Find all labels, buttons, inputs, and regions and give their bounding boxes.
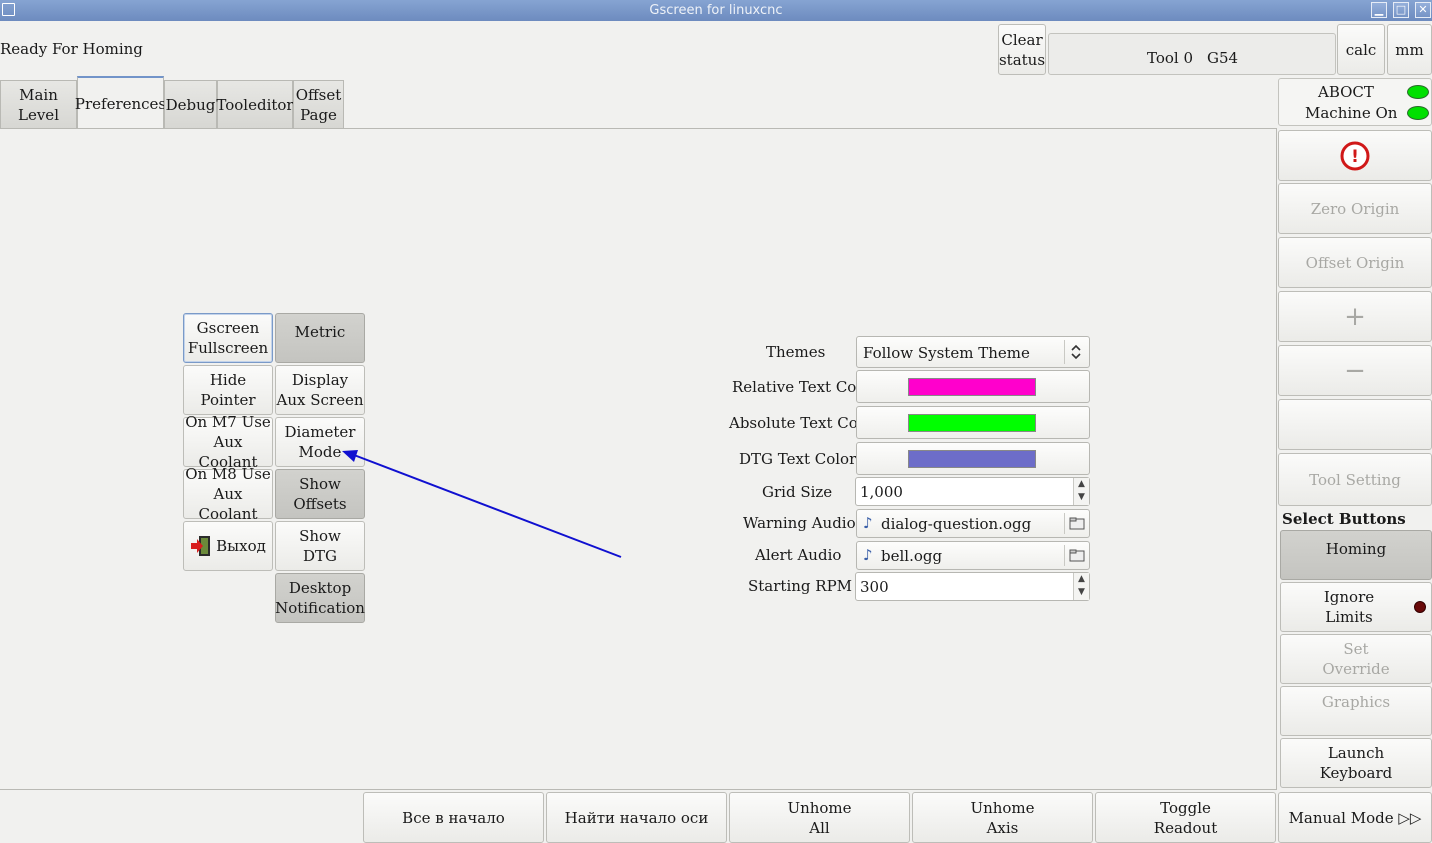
unhome-all-button[interactable]: Unhome All — [729, 792, 910, 843]
ignore-limits-label: Ignore Limits — [1323, 588, 1375, 626]
calc-button[interactable]: calc — [1337, 24, 1385, 75]
relative-color-swatch — [908, 378, 1036, 396]
starting-rpm-spinbox[interactable]: 300 ▲ ▼ — [855, 572, 1090, 601]
updown-chevron-icon — [1071, 344, 1081, 360]
app-icon — [2, 3, 15, 16]
tab-tooleditor[interactable]: Tooleditor — [216, 80, 294, 128]
tool-number: Tool 0 — [1147, 49, 1194, 67]
absolute-color-button[interactable] — [856, 406, 1090, 439]
alert-audio-label: Alert Audio — [755, 546, 842, 564]
chooser-divider — [1064, 513, 1065, 534]
alert-audio-chooser[interactable]: ♪ bell.ogg — [856, 541, 1090, 570]
grid-size-spinbox[interactable]: 1,000 ▲ ▼ — [855, 477, 1090, 506]
tab-main-level[interactable]: Main Level — [0, 80, 77, 128]
select-buttons-label: Select Buttons — [1282, 510, 1406, 528]
blank-button[interactable] — [1278, 399, 1432, 450]
warning-audio-chooser[interactable]: ♪ dialog-question.ogg — [856, 509, 1090, 538]
set-override-button[interactable]: Set Override — [1280, 634, 1432, 684]
fullscreen-toggle[interactable]: Gscreen Fullscreen — [183, 313, 273, 363]
grid-size-label: Grid Size — [762, 483, 833, 501]
tool-info-panel: Tool 0 G54 — [1048, 33, 1336, 75]
machine-on-label: Machine On — [1305, 104, 1398, 122]
limits-indicator-icon — [1414, 601, 1426, 613]
home-axis-button[interactable]: Найти начало оси — [546, 792, 727, 843]
folder-icon — [1069, 549, 1085, 562]
tab-debug[interactable]: Debug — [164, 80, 217, 128]
estop-button[interactable]: ! — [1278, 130, 1432, 181]
window-title-bar[interactable]: Gscreen for linuxcnc — [0, 0, 1432, 21]
themes-label: Themes — [766, 343, 826, 361]
music-note-icon: ♪ — [863, 546, 873, 564]
absolute-color-swatch — [908, 414, 1036, 432]
offset-origin-button[interactable]: Offset Origin — [1278, 237, 1432, 288]
m8-aux-coolant-toggle[interactable]: On M8 Use Aux Coolant — [183, 465, 273, 523]
status-message: Ready For Homing — [0, 40, 143, 58]
dtg-color-button[interactable] — [856, 442, 1090, 475]
graphics-button[interactable]: Graphics — [1280, 686, 1432, 736]
abort-label: ABOCT — [1318, 83, 1374, 101]
relative-color-button[interactable] — [856, 370, 1090, 403]
warning-audio-label: Warning Audio — [743, 514, 856, 532]
metric-toggle[interactable]: Metric — [275, 313, 365, 363]
machine-status-panel: ABOCT Machine On — [1278, 78, 1432, 126]
display-aux-screen-toggle[interactable]: Display Aux Screen — [275, 365, 365, 415]
homing-button[interactable]: Homing — [1280, 530, 1432, 580]
theme-value: Follow System Theme — [863, 344, 1030, 362]
estop-icon: ! — [1340, 141, 1370, 170]
music-note-icon: ♪ — [863, 514, 873, 532]
exit-icon — [191, 536, 211, 556]
unhome-axis-button[interactable]: Unhome Axis — [912, 792, 1093, 843]
annotation-arrow — [342, 450, 622, 558]
folder-icon — [1069, 517, 1085, 530]
tab-offset-page[interactable]: Offset Page — [293, 80, 344, 128]
svg-text:!: ! — [1351, 147, 1359, 167]
ignore-limits-button[interactable]: Ignore Limits — [1280, 582, 1432, 632]
alert-audio-file: bell.ogg — [881, 547, 943, 565]
zero-origin-button[interactable]: Zero Origin — [1278, 183, 1432, 234]
tab-preferences[interactable]: Preferences — [75, 76, 166, 129]
minus-button[interactable]: − — [1278, 345, 1432, 396]
dtg-color-label: DTG Text Color — [739, 450, 857, 468]
chooser-divider — [1064, 545, 1065, 566]
minimize-button[interactable]: ▁ — [1371, 2, 1387, 18]
machine-on-led-icon — [1407, 106, 1429, 120]
combo-divider — [1064, 340, 1065, 364]
abort-led-icon — [1407, 85, 1429, 99]
clear-status-button[interactable]: Clear status — [998, 24, 1046, 75]
close-button[interactable]: ✕ — [1415, 2, 1431, 18]
desktop-notification-toggle[interactable]: Desktop Notification — [275, 573, 365, 623]
window-title: Gscreen for linuxcnc — [649, 3, 783, 18]
manual-mode-button[interactable]: Manual Mode ▷▷ — [1278, 792, 1432, 843]
grid-size-value: 1,000 — [860, 482, 903, 501]
exit-button[interactable]: Выход — [183, 521, 273, 571]
exit-label: Выход — [216, 537, 266, 555]
starting-rpm-stepper[interactable]: ▲ ▼ — [1073, 573, 1089, 600]
coordinate-system: G54 — [1207, 49, 1239, 67]
starting-rpm-label: Starting RPM — [748, 577, 853, 595]
units-button[interactable]: mm — [1387, 24, 1432, 75]
dtg-color-swatch — [908, 450, 1036, 468]
launch-keyboard-button[interactable]: Launch Keyboard — [1280, 738, 1432, 788]
tool-setting-button[interactable]: Tool Setting — [1278, 453, 1432, 506]
warning-audio-file: dialog-question.ogg — [881, 515, 1032, 533]
starting-rpm-value: 300 — [860, 577, 889, 596]
maximize-button[interactable]: □ — [1393, 2, 1409, 18]
toggle-readout-button[interactable]: Toggle Readout — [1095, 792, 1276, 843]
hide-pointer-toggle[interactable]: Hide Pointer — [183, 365, 273, 415]
grid-size-stepper[interactable]: ▲ ▼ — [1073, 478, 1089, 505]
plus-button[interactable]: + — [1278, 291, 1432, 342]
m7-aux-coolant-toggle[interactable]: On M7 Use Aux Coolant — [183, 413, 273, 471]
home-all-button[interactable]: Все в начало — [363, 792, 544, 843]
theme-select[interactable]: Follow System Theme — [856, 336, 1090, 368]
